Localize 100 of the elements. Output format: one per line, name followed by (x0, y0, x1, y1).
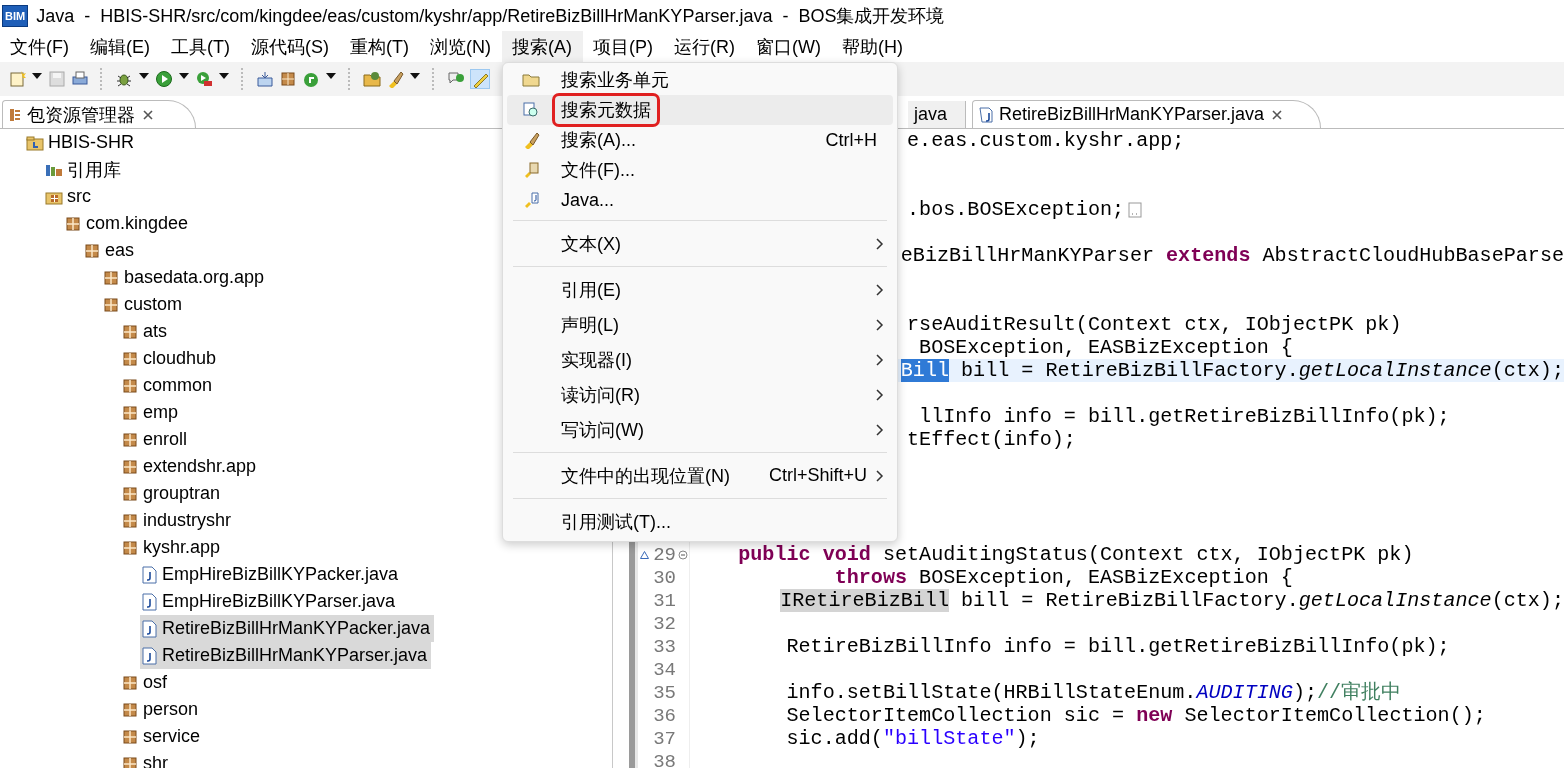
menu-item[interactable]: 项目(P) (582, 31, 664, 63)
package-icon (121, 538, 139, 557)
code-line: info.setBillState(HRBillStateEnum.AUDITING);//审批中 (786, 681, 1402, 704)
menu-item[interactable]: 读访问(R) (507, 377, 893, 412)
tree-item[interactable]: grouptran (121, 480, 225, 507)
open-folder-icon[interactable] (363, 70, 381, 88)
tree-item[interactable]: custom (102, 291, 187, 318)
line-number: 38 (653, 750, 676, 768)
run-icon[interactable] (155, 70, 173, 88)
menu-item[interactable]: 编辑(E) (80, 31, 161, 63)
package-icon (121, 430, 139, 449)
tree-item[interactable]: src (45, 183, 95, 210)
tree-item[interactable]: com.kingdee (64, 210, 193, 237)
package-icon (121, 376, 139, 395)
menu-item[interactable]: 源代码(S) (240, 31, 340, 63)
menu-item[interactable]: 文本(X) (507, 226, 893, 261)
tree-item[interactable]: HBIS-SHR (26, 129, 138, 156)
line-number: 31 (653, 589, 676, 612)
tree-item[interactable]: 引用库 (45, 156, 125, 183)
package-icon (83, 241, 101, 260)
java-file-icon (140, 646, 158, 665)
tree-item[interactable]: industryshr (121, 507, 236, 534)
tree-item[interactable]: cloudhub (121, 345, 221, 372)
tree-item[interactable]: RetireBizBillHrManKYParser.java (140, 642, 432, 669)
java-file-icon (140, 592, 158, 611)
tree-item[interactable]: person (121, 696, 203, 723)
code-line: rseAuditResult(Context ctx, IObjectPK pk) (907, 313, 1402, 336)
line-number: 34 (653, 658, 676, 681)
tree-item[interactable]: EmpHireBizBillKYPacker.java (140, 561, 403, 588)
package-icon (121, 700, 139, 719)
menu-item[interactable]: 声明(L) (507, 307, 893, 342)
package-icon (121, 511, 139, 530)
tree-item[interactable]: enroll (121, 426, 192, 453)
line-number: 29 (653, 543, 676, 566)
code-line: RetireBizBillInfo info = bill.getRetireBizBillInfo(pk); (786, 635, 1450, 658)
view-tab[interactable]: 包资源管理器 (2, 100, 196, 128)
menu-item[interactable]: 写访问(W) (507, 412, 893, 447)
java-file-icon (979, 106, 994, 123)
explorer-icon (9, 107, 21, 122)
tree-item[interactable]: osf (121, 669, 171, 696)
new-package-icon[interactable] (256, 70, 274, 88)
package-icon (121, 484, 139, 503)
menu-item[interactable]: 引用测试(T)... (507, 504, 893, 539)
menu-item[interactable]: 浏览(N) (419, 31, 502, 63)
menu-item[interactable]: 搜索(A)... Ctrl+H (507, 125, 893, 155)
search-document-icon (522, 101, 540, 119)
code-line: .bos.BOSException; (907, 198, 1125, 221)
menu-item[interactable]: 搜索(A) (501, 31, 583, 63)
tree-item[interactable]: EmpHireBizBillKYParser.java (140, 588, 400, 615)
run-tool-icon[interactable] (195, 70, 213, 88)
code-line: SelectorItemCollection sic = new SelectorItemCollection(); (786, 704, 1486, 727)
menu-item[interactable]: 工具(T) (161, 31, 241, 63)
tree-item[interactable]: ats (121, 318, 171, 345)
menu-item[interactable]: 文件(F)... (507, 155, 893, 185)
package-icon (121, 403, 139, 422)
close-icon[interactable] (1270, 107, 1285, 122)
menu-item[interactable]: 重构(T) (339, 31, 420, 63)
tree-item[interactable]: service (121, 723, 204, 750)
line-number: 35 (653, 681, 676, 704)
code-line: IRetireBizBill bill = RetireBizBillFactory.getLocalInstance(ctx); (780, 589, 1564, 612)
close-icon[interactable] (141, 107, 155, 122)
code-line: tEffect(info); (907, 428, 1076, 451)
menu-item[interactable]: 文件中的出现位置(N) Ctrl+Shift+U (507, 458, 893, 493)
package-icon (121, 673, 139, 692)
java-file-icon (140, 619, 158, 638)
tree-item[interactable]: emp (121, 399, 182, 426)
project-folder-icon (26, 133, 44, 152)
new-class-icon[interactable] (279, 70, 297, 88)
tree-item[interactable]: kyshr.app (121, 534, 225, 561)
tree-item[interactable]: common (121, 372, 217, 399)
code-line: e.eas.custom.kyshr.app; (907, 129, 1185, 152)
tree-item[interactable]: extendshr.app (121, 453, 261, 480)
menu-item[interactable]: 窗口(W) (745, 31, 832, 63)
menu-item[interactable]: 实现器(I) (507, 342, 893, 377)
editor-tab[interactable]: java (908, 101, 967, 128)
fold-collapse-icon[interactable] (678, 549, 688, 560)
new-item-icon[interactable] (302, 70, 320, 88)
line-number: 32 (653, 612, 676, 635)
tree-item[interactable]: RetireBizBillHrManKYPacker.java (140, 615, 435, 642)
menu-item[interactable]: 搜索元数据 (507, 95, 893, 125)
menu-item[interactable]: 帮助(H) (831, 31, 914, 63)
menu-item[interactable]: 运行(R) (663, 31, 746, 63)
code-line: public void setAuditingStatus(Context ctx, IObjectPK pk) (738, 543, 1414, 566)
app-logo: BIM (2, 5, 29, 27)
highlight-icon[interactable] (470, 69, 490, 89)
print-icon[interactable] (71, 70, 89, 88)
package-icon (121, 349, 139, 368)
code-line: eBizBillHrManKYParser extends AbstractCloudHubBaseParse (900, 244, 1564, 267)
line-number: 36 (653, 704, 676, 727)
package-icon (64, 214, 82, 233)
line-number: 37 (653, 727, 676, 750)
menu-item[interactable]: 引用(E) (507, 272, 893, 307)
menu-item[interactable]: 文件(F) (0, 31, 80, 63)
tree-item[interactable]: eas (83, 237, 139, 264)
menu-item[interactable]: Java... (507, 185, 893, 215)
tree-item[interactable]: basedata.org.app (102, 264, 269, 291)
package-icon (102, 268, 120, 287)
code-line: throws BOSException, EASBizException { (834, 566, 1293, 589)
package-icon (121, 457, 139, 476)
editor-tab[interactable]: RetireBizBillHrManKYParser.java (972, 100, 1322, 128)
